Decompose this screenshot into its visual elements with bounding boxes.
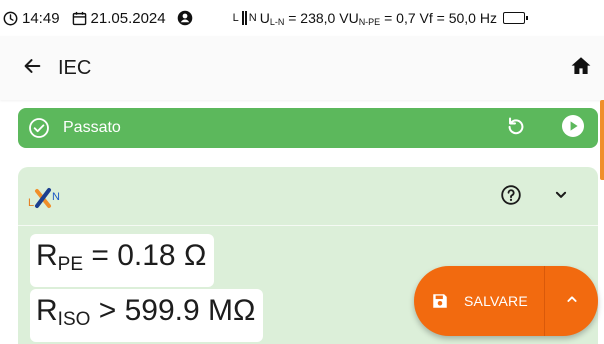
phase-bar-left bbox=[241, 11, 244, 25]
calendar-icon bbox=[72, 11, 87, 26]
phase-l-label: L bbox=[232, 12, 239, 24]
measurement-card-header: L N bbox=[18, 167, 598, 225]
logo-l-letter: L bbox=[28, 197, 34, 209]
save-fab: SALVARE bbox=[414, 266, 598, 336]
phase-n-label: N bbox=[248, 12, 257, 24]
save-options-button[interactable] bbox=[545, 266, 598, 336]
u-ln-value: = 238,0 V bbox=[284, 9, 349, 26]
result-banner: Passato bbox=[18, 108, 598, 148]
u-npe-subscript: N-PE bbox=[358, 16, 381, 27]
riso-symbol: R bbox=[36, 294, 58, 327]
voltage-ln-readout: UL-N = 238,0 V bbox=[260, 10, 349, 27]
save-icon bbox=[431, 292, 449, 310]
riso-subscript: ISO bbox=[57, 309, 91, 330]
riso-result: RISO > 599.9 MΩ bbox=[30, 289, 264, 342]
riso-value: > 599.9 MΩ bbox=[90, 294, 256, 327]
rpe-subscript: PE bbox=[57, 254, 84, 275]
help-button[interactable] bbox=[498, 184, 524, 210]
frequency-readout: f = 50,0 Hz bbox=[428, 10, 497, 26]
check-circle-icon bbox=[28, 117, 50, 139]
home-button[interactable] bbox=[568, 55, 594, 81]
rpe-result: RPE = 0.18 Ω bbox=[30, 234, 215, 287]
card-divider bbox=[18, 225, 598, 226]
home-icon bbox=[569, 54, 593, 83]
arrow-back-icon bbox=[21, 55, 43, 82]
help-icon bbox=[500, 184, 522, 211]
expand-card-button[interactable] bbox=[548, 184, 574, 210]
chevron-down-icon bbox=[552, 186, 570, 209]
user-icon bbox=[177, 10, 193, 26]
u-npe-symbol: U bbox=[348, 9, 359, 26]
play-button[interactable] bbox=[561, 114, 585, 143]
u-ln-subscript: L-N bbox=[269, 16, 285, 27]
chevron-up-icon bbox=[564, 291, 580, 312]
clock-icon bbox=[3, 11, 18, 26]
retry-button[interactable] bbox=[503, 115, 529, 141]
scroll-edge-indicator bbox=[600, 100, 604, 180]
voltage-npe-readout: UN-PE = 0,7 V bbox=[349, 10, 429, 27]
save-button[interactable]: SALVARE bbox=[414, 266, 544, 336]
phase-indicator: L N bbox=[233, 11, 257, 25]
page-title: IEC bbox=[58, 57, 92, 79]
save-label: SALVARE bbox=[464, 293, 528, 309]
phase-bar-right bbox=[244, 11, 247, 25]
retry-icon bbox=[505, 115, 527, 142]
result-status-label: Passato bbox=[63, 119, 121, 136]
play-icon bbox=[561, 114, 585, 143]
status-bar: 14:49 21.05.2024 L N UL-N = 238,0 V UN-P… bbox=[0, 0, 604, 36]
u-ln-symbol: U bbox=[259, 9, 270, 26]
u-npe-value: = 0,7 V bbox=[380, 9, 429, 26]
logo-n-letter: N bbox=[52, 191, 60, 203]
battery-icon bbox=[502, 12, 528, 24]
rpe-value: = 0.18 Ω bbox=[83, 239, 207, 272]
status-time: 14:49 bbox=[22, 9, 60, 27]
status-date: 21.05.2024 bbox=[90, 9, 166, 27]
lxn-logo-icon: L N bbox=[28, 186, 64, 210]
app-bar: IEC bbox=[0, 36, 604, 100]
rpe-symbol: R bbox=[36, 239, 58, 272]
back-button[interactable] bbox=[18, 54, 46, 82]
